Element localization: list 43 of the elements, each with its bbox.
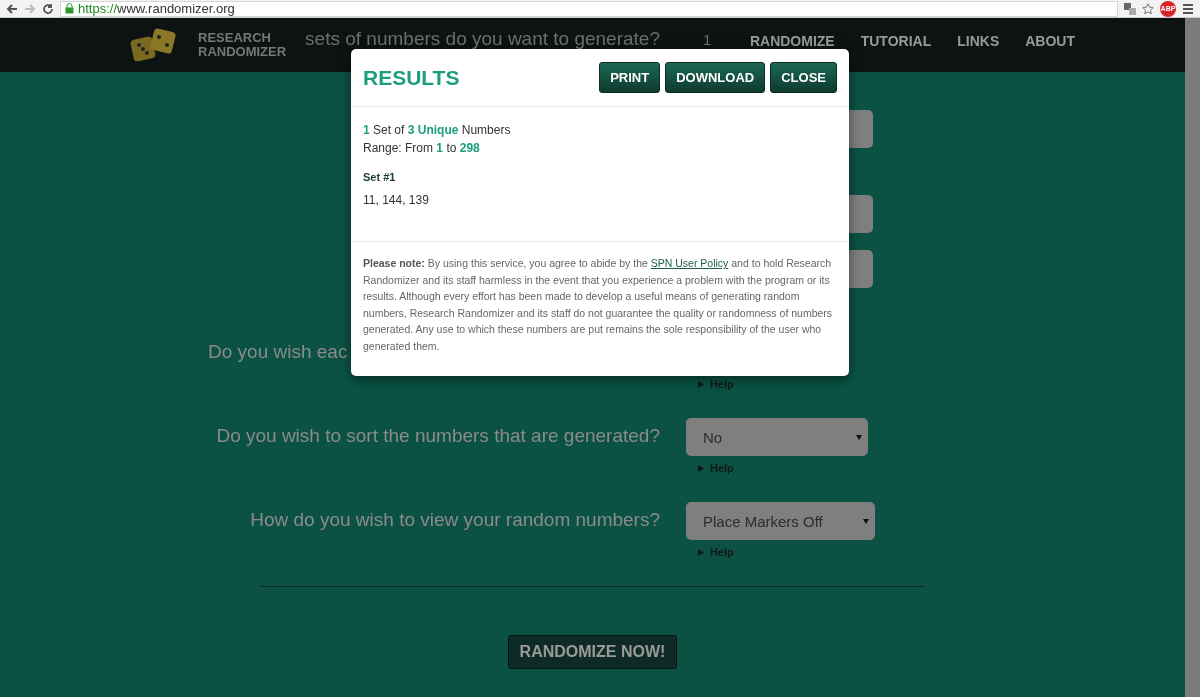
dice-icon	[130, 28, 178, 62]
disclaimer-text: Please note: By using this service, you agree to abide by the SPN User Policy and to hold Research Randomizer and its staff harmless in the event that you experience a problem with the program or its results. Although every effort has been made to develop a useful means of generating random numbers, Research Randomizer and its staff do not guarantee the quality or randomness of numbers generated. Any use to which these numbers are put remains the sole responsibility of the user who generated them.	[362, 256, 834, 354]
triangle-icon	[698, 464, 704, 472]
question-text: Do you wish to sort the numbers that are generated?	[216, 424, 660, 448]
policy-link[interactable]: SPN User Policy	[650, 257, 729, 269]
summary-text: Range: From 1 to 298	[363, 140, 481, 157]
menu-icon[interactable]	[1182, 2, 1194, 15]
logo-text: RANDOMIZER	[198, 45, 287, 59]
back-icon[interactable]	[6, 2, 18, 15]
input-field[interactable]	[849, 250, 873, 288]
question-text: How do you wish to view your random numbers?	[250, 508, 660, 532]
address-bar[interactable]: https://www.randomizer.org	[60, 0, 1118, 17]
lock-icon	[65, 3, 74, 14]
summary-text: 1 Set of 3 Unique Numbers	[363, 122, 512, 139]
nav-link[interactable]: ABOUT	[1025, 32, 1075, 49]
triangle-icon	[698, 548, 704, 556]
input-field[interactable]	[849, 110, 873, 148]
dialog-button[interactable]: CLOSE	[770, 62, 837, 93]
translate-icon[interactable]	[1124, 2, 1136, 15]
input-field[interactable]: 1	[686, 24, 743, 54]
dialog-title: RESULTS	[363, 65, 460, 90]
input-field[interactable]	[849, 195, 873, 233]
dialog-button[interactable]: PRINT	[599, 62, 661, 93]
reload-icon[interactable]	[42, 2, 54, 15]
question-text: sets of numbers do you want to generate?	[305, 27, 660, 51]
caret-icon	[856, 434, 862, 440]
dialog-button[interactable]: DOWNLOAD	[665, 62, 766, 93]
randomize-button[interactable]: RANDOMIZE NOW!	[507, 635, 678, 669]
url-text: https://www.randomizer.org	[78, 1, 235, 16]
scrollbar[interactable]	[1185, 18, 1200, 697]
question-text: Do you wish eac	[208, 340, 348, 364]
result-numbers: 11, 144, 139	[363, 193, 430, 207]
nav-link[interactable]: LINKS	[957, 32, 1000, 49]
set-heading: Set #1	[363, 171, 397, 183]
nav-link[interactable]: RANDOMIZE	[749, 32, 835, 49]
logo-text: RESEARCH	[198, 31, 272, 45]
nav-link[interactable]: TUTORIAL	[860, 32, 932, 49]
select-dropdown[interactable]: No	[686, 418, 868, 456]
triangle-icon	[698, 380, 704, 388]
select-dropdown[interactable]: Place Markers Off	[686, 502, 875, 540]
forward-icon[interactable]	[24, 2, 36, 15]
caret-icon	[863, 518, 869, 524]
star-icon[interactable]	[1142, 2, 1154, 15]
